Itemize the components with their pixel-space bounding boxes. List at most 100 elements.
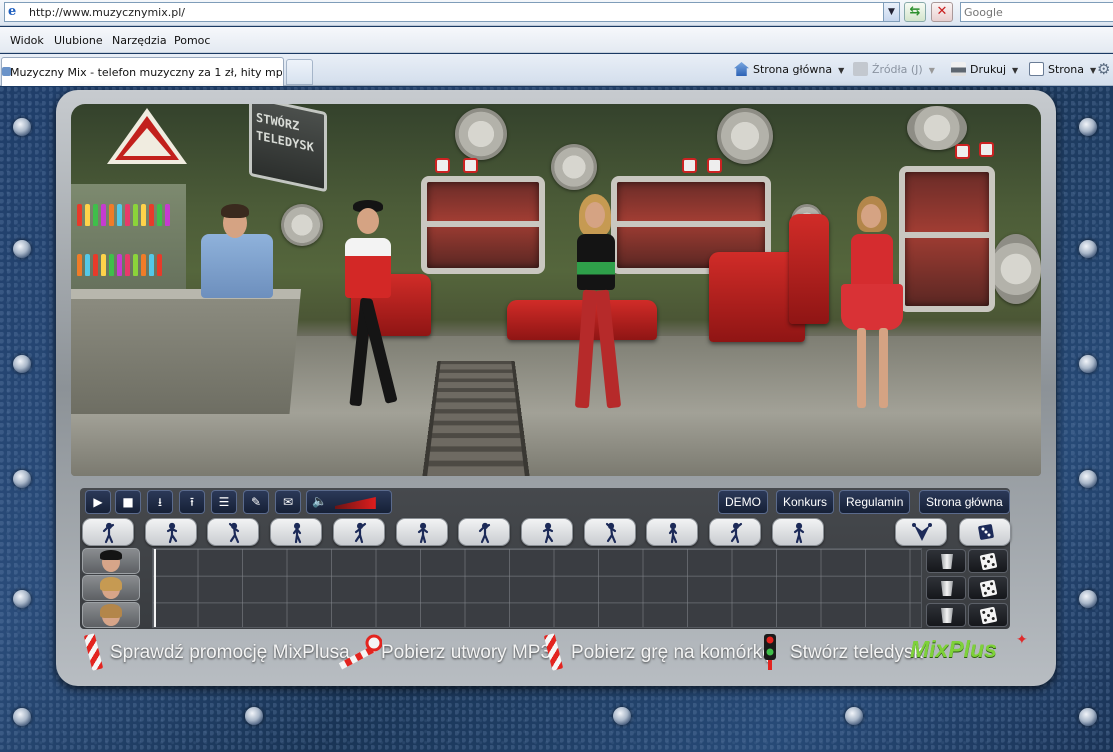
- dance-move-button-1[interactable]: [82, 518, 134, 546]
- search-input[interactable]: [964, 4, 1113, 20]
- tab-muzyczny-mix[interactable]: Muzyczny Mix - telefon muzyczny za 1 zł,…: [1, 57, 284, 86]
- chevron-down-icon[interactable]: ▼: [1090, 66, 1096, 75]
- menu-help[interactable]: Pomoc: [174, 34, 210, 47]
- dice-icon: [979, 606, 998, 625]
- rivet-icon: [1079, 470, 1097, 488]
- dance-move-button-4[interactable]: [270, 518, 323, 546]
- dance-move-button-12[interactable]: [771, 518, 824, 546]
- dance-edit-button[interactable]: ✎: [243, 490, 269, 514]
- page-label: Strona: [1048, 63, 1085, 76]
- rss-icon: [853, 62, 868, 76]
- address-bar: e http://www.muzycznymix.pl/ ▼ ⇆ ✕: [0, 0, 1113, 26]
- search-field[interactable]: [960, 2, 1113, 22]
- download-button[interactable]: ⭳: [147, 490, 173, 514]
- bottle: [157, 254, 162, 276]
- avatar-dancer-3[interactable]: [82, 602, 140, 628]
- send-mail-button[interactable]: ✉: [275, 490, 301, 514]
- page-command[interactable]: Strona ▼: [1029, 62, 1096, 76]
- bottle: [149, 204, 154, 226]
- dance-move-button-6[interactable]: [395, 518, 448, 546]
- random-move-button[interactable]: [959, 518, 1011, 546]
- dance-move-button-7[interactable]: [458, 518, 511, 546]
- timeline-playhead[interactable]: [154, 549, 156, 627]
- mixplus-promo-link[interactable]: Sprawdź promocję MixPlusa: [110, 642, 350, 664]
- dance-move-button-5[interactable]: [332, 518, 385, 546]
- porthole-decoration: [991, 234, 1041, 304]
- home-command[interactable]: Strona główna ▼: [734, 62, 844, 76]
- address-field[interactable]: e http://www.muzycznymix.pl/ ▼: [4, 2, 900, 22]
- menu-view[interactable]: Widok: [10, 34, 44, 47]
- dance-move-button-10[interactable]: [646, 518, 699, 546]
- rivet-icon: [13, 470, 31, 488]
- homepage-link[interactable]: Strona główna: [919, 490, 1010, 514]
- home-label: Strona główna: [753, 63, 833, 76]
- porthole-decoration: [281, 204, 323, 246]
- bottle: [125, 254, 130, 276]
- clear-row-3-button[interactable]: [926, 603, 966, 627]
- dance-move-button-2[interactable]: [144, 518, 197, 546]
- menu-tools[interactable]: Narzędzia: [112, 34, 167, 47]
- dice-icon: [978, 524, 994, 540]
- mobile-game-link[interactable]: Pobierz grę na komórkę: [571, 642, 773, 664]
- create-video-sign: STWÓRZ TELEDYSK: [249, 104, 327, 193]
- red-seat: [789, 214, 829, 324]
- new-tab-button[interactable]: [286, 59, 313, 85]
- print-command[interactable]: Drukuj ▼: [951, 62, 1018, 76]
- address-text[interactable]: http://www.muzycznymix.pl/: [29, 6, 185, 19]
- mixplus-logo[interactable]: MixPlus: [910, 636, 997, 663]
- dancer-pose-icon: [292, 522, 302, 544]
- play-icon: ▶: [93, 495, 103, 509]
- chevron-down-icon[interactable]: ▼: [838, 66, 844, 75]
- list-button[interactable]: ☰: [211, 490, 237, 514]
- avatar-dancer-2[interactable]: [82, 575, 140, 601]
- bottle: [165, 204, 170, 226]
- clear-row-2-button[interactable]: [926, 576, 966, 600]
- striped-pole-icon: [543, 633, 564, 671]
- dance-move-button-8[interactable]: [520, 518, 573, 546]
- address-dropdown-button[interactable]: ▼: [883, 3, 899, 21]
- rivet-icon: [245, 707, 263, 725]
- rivet-icon: [13, 118, 31, 136]
- avatar-hair: [100, 577, 122, 591]
- volume-track[interactable]: [335, 497, 383, 509]
- bar-counter: [71, 289, 301, 414]
- rivet-icon: [845, 707, 863, 725]
- choreography-timeline[interactable]: [152, 548, 922, 628]
- rules-link[interactable]: Regulamin: [839, 490, 911, 514]
- bottle: [141, 254, 146, 276]
- chevron-down-icon[interactable]: ▼: [929, 66, 935, 75]
- page-icon: [1029, 62, 1044, 76]
- feeds-command[interactable]: Źródła (J) ▼: [853, 62, 935, 76]
- train-window: [421, 176, 545, 274]
- upload-button[interactable]: ⭱: [179, 490, 205, 514]
- dance-edit-icon: ✎: [250, 495, 262, 509]
- dance-move-button-9[interactable]: [583, 518, 636, 546]
- rivet-icon: [1079, 708, 1097, 726]
- stop-button[interactable]: ✕: [931, 2, 953, 22]
- chevron-down-icon[interactable]: ▼: [1012, 66, 1018, 75]
- dance-move-button-11[interactable]: [709, 518, 761, 546]
- avatar-hair: [100, 604, 122, 618]
- dancer-pose-icon: [669, 522, 678, 544]
- demo-link[interactable]: DEMO: [718, 490, 768, 514]
- porthole-decoration: [455, 108, 507, 160]
- jester-move-button[interactable]: [895, 518, 947, 546]
- dance-move-button-3[interactable]: [207, 518, 260, 546]
- clear-row-1-button[interactable]: [926, 549, 966, 573]
- volume-slider[interactable]: 🔈: [306, 490, 392, 514]
- avatar-dancer-1[interactable]: [82, 548, 140, 574]
- randomize-row-3-button[interactable]: [968, 603, 1008, 627]
- create-video-link[interactable]: Stwórz teledysk: [790, 642, 923, 664]
- randomize-row-2-button[interactable]: [968, 576, 1008, 600]
- bottle: [157, 204, 162, 226]
- refresh-button[interactable]: ⇆: [904, 2, 926, 22]
- stop-playback-button[interactable]: ■: [115, 490, 141, 514]
- menu-favorites[interactable]: Ulubione: [54, 34, 103, 47]
- bottle: [77, 254, 82, 276]
- download-mp3-link[interactable]: Pobierz utwory MP3: [381, 642, 551, 664]
- contest-link[interactable]: Konkurs: [776, 490, 835, 514]
- no-smoking-icon: [979, 142, 994, 157]
- tools-gear-icon[interactable]: ⚙: [1097, 60, 1110, 78]
- play-button[interactable]: ▶: [85, 490, 111, 514]
- randomize-row-1-button[interactable]: [968, 549, 1008, 573]
